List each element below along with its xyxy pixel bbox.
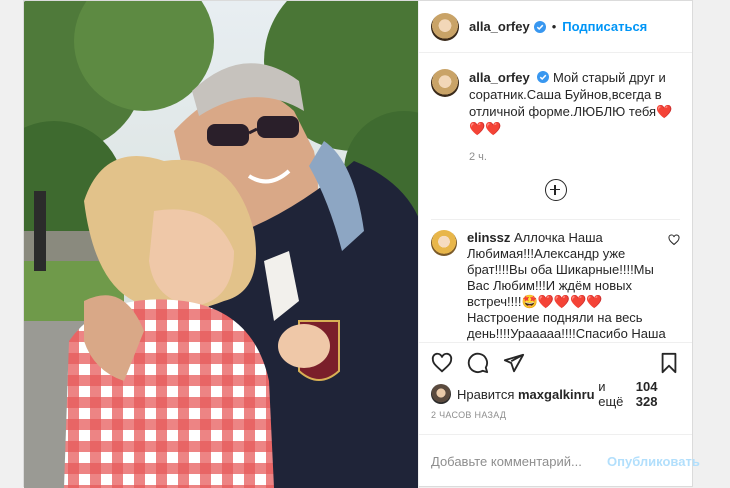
add-icon[interactable] (544, 179, 567, 201)
follow-button[interactable]: Подписаться (562, 19, 647, 34)
caption-time[interactable]: 2 ч. (469, 151, 680, 163)
likes-count[interactable]: 104 328 (636, 379, 680, 409)
publish-button[interactable]: Опубликовать (607, 454, 700, 469)
posted-time[interactable]: 2 ЧАСОВ НАЗАД (419, 406, 692, 434)
likes-prefix: Нравится (457, 386, 515, 402)
caption-avatar[interactable] (431, 69, 459, 97)
caption: alla_orfey Мой старый друг и соратник.Са… (431, 53, 680, 137)
comment-username[interactable]: elinssz (467, 230, 510, 245)
share-icon[interactable] (503, 352, 525, 374)
comment-text-block: elinssz Аллочка Наша Любимая!!!Александр… (467, 230, 669, 342)
commenter-avatar[interactable] (431, 230, 457, 256)
comment-icon[interactable] (467, 352, 489, 374)
post-header: alla_orfey • Подписаться (419, 1, 692, 53)
heart-icon[interactable] (668, 234, 680, 246)
comment-input[interactable] (431, 454, 607, 469)
comment-item: elinssz Аллочка Наша Любимая!!!Александр… (431, 219, 680, 342)
post-dialog: alla_orfey • Подписаться alla_orfey Мой … (23, 0, 700, 488)
author-avatar[interactable] (431, 12, 459, 41)
caption-username[interactable]: alla_orfey (469, 70, 530, 85)
caption-text-block: alla_orfey Мой старый друг и соратник.Са… (469, 69, 680, 137)
add-comment-bar: Опубликовать (419, 434, 700, 488)
post-sidebar: alla_orfey • Подписаться alla_orfey Мой … (418, 1, 700, 488)
liker-avatar[interactable] (431, 384, 451, 404)
author-username[interactable]: alla_orfey (469, 19, 530, 34)
comment-text: Аллочка Наша Любимая!!!Александр уже бра… (467, 230, 666, 341)
action-bar (419, 342, 692, 382)
heart-icon[interactable] (431, 352, 453, 374)
verified-icon (537, 71, 550, 83)
photo-illustration (24, 1, 418, 488)
liker-username[interactable]: maxgalkinru (518, 387, 595, 402)
load-more (431, 179, 680, 201)
likes-summary: Нравится maxgalkinru и ещё 104 328 (419, 379, 692, 409)
comments-area[interactable]: alla_orfey Мой старый друг и соратник.Са… (419, 53, 692, 342)
verified-icon (533, 20, 546, 33)
separator-dot: • (551, 19, 557, 34)
post-photo[interactable] (24, 1, 418, 488)
bookmark-icon[interactable] (658, 352, 680, 374)
likes-middle: и ещё (598, 379, 624, 409)
